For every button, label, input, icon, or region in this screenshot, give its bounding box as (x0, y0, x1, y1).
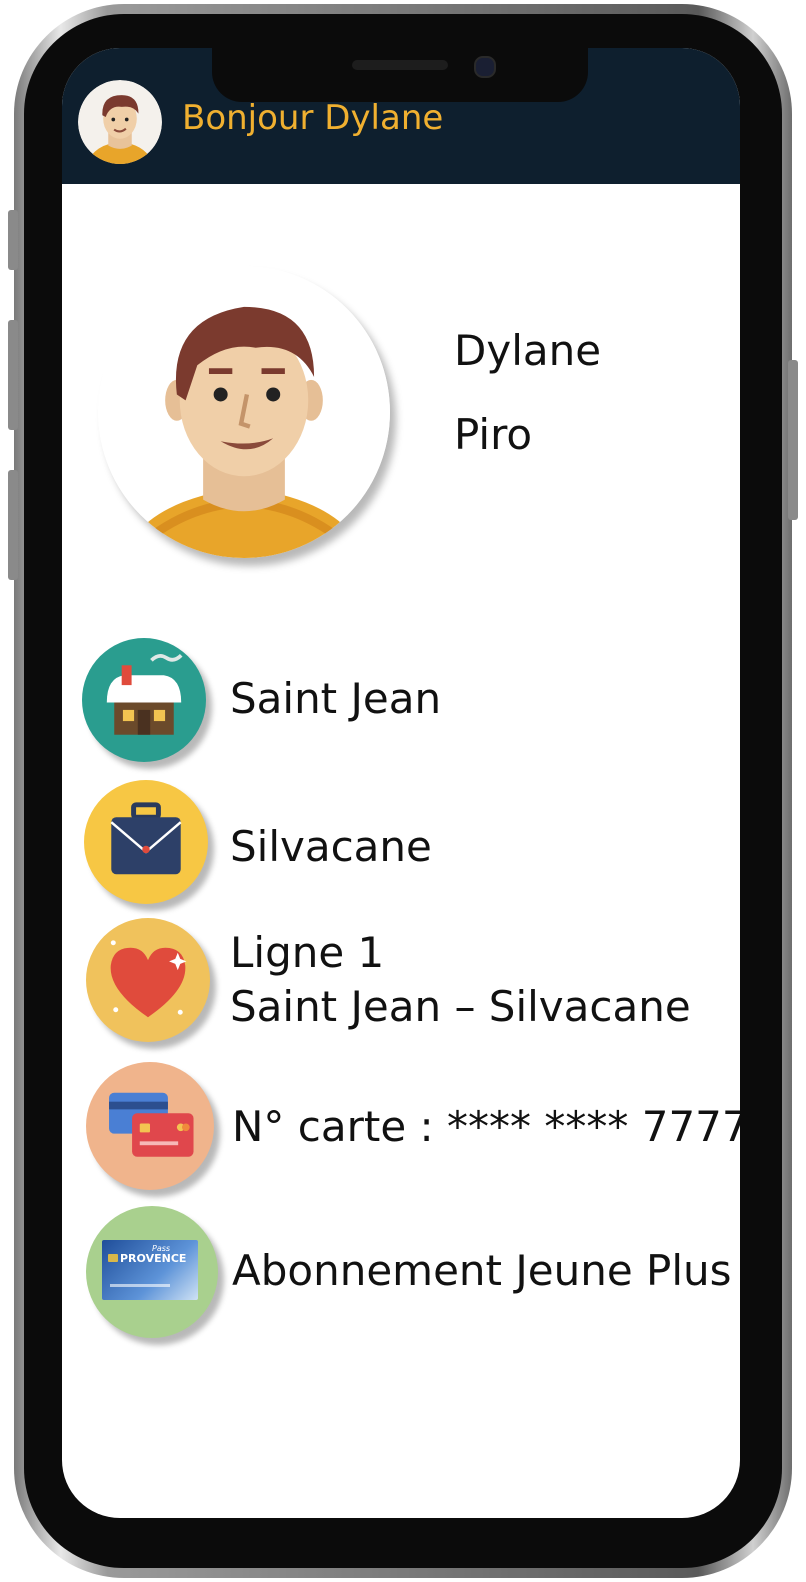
avatar-icon (78, 80, 162, 164)
front-camera (474, 56, 496, 78)
avatar-icon (98, 266, 390, 558)
volume-up-button (8, 320, 18, 430)
profile-avatar[interactable] (98, 266, 390, 558)
briefcase-icon (84, 780, 208, 904)
profile-last-name: Piro (454, 410, 533, 459)
list-item-subscription[interactable]: Pass PROVENCE Abonnement Jeune Plus (62, 1204, 740, 1344)
item-sub-label: Saint Jean – Silvacane (230, 982, 691, 1031)
pass-card-image: Pass PROVENCE (102, 1240, 198, 1300)
greeting-text: Bonjour Dylane (182, 98, 444, 138)
home-icon (82, 638, 206, 762)
list-item-favorite-line[interactable]: Ligne 1 Saint Jean – Silvacane (62, 916, 740, 1046)
item-label: Silvacane (230, 822, 432, 871)
app-screen: Bonjour Dylane Dylane Piro Saint Jean Si… (62, 48, 740, 1518)
power-button (788, 360, 798, 520)
pass-card-icon: Pass PROVENCE (86, 1206, 218, 1338)
pass-card-chip (108, 1254, 118, 1262)
item-label: Saint Jean (230, 674, 442, 723)
item-label: Abonnement Jeune Plus (232, 1246, 732, 1295)
pass-card-title: PROVENCE (120, 1252, 187, 1265)
volume-down-button (8, 470, 18, 580)
list-item-work[interactable]: Silvacane (62, 778, 740, 908)
profile-first-name: Dylane (454, 326, 602, 375)
item-label: N° carte : **** **** 7777 (232, 1102, 740, 1151)
list-item-home[interactable]: Saint Jean (62, 636, 740, 766)
user-avatar-small[interactable] (78, 80, 162, 164)
notch (212, 48, 588, 102)
item-label: Ligne 1 (230, 928, 385, 977)
pass-card-stripe (110, 1284, 170, 1287)
list-item-card-number[interactable]: N° carte : **** **** 7777 (62, 1058, 740, 1194)
credit-card-icon (86, 1062, 214, 1190)
silent-switch (8, 210, 18, 270)
speaker-grille (352, 60, 448, 70)
heart-icon (86, 918, 210, 1042)
